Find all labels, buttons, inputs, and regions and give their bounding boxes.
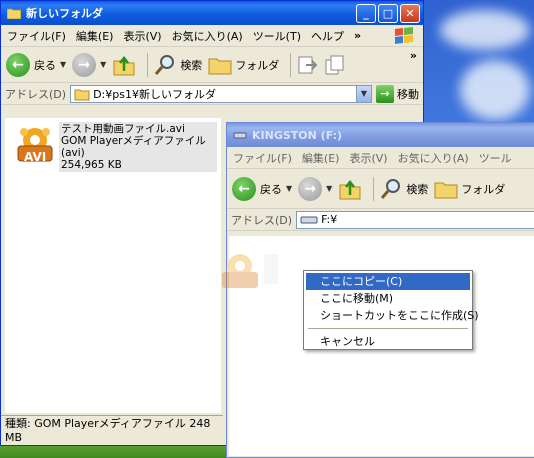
folder-icon (7, 8, 21, 19)
menu-edit[interactable]: 編集(E) (302, 150, 340, 166)
folders-button[interactable]: フォルダ (434, 178, 505, 200)
back-button[interactable]: ← 戻る ▼ (6, 52, 66, 77)
file-size: 254,965 KB (61, 159, 122, 171)
toolbar-more-chevron[interactable]: » (410, 49, 417, 62)
cloud (460, 60, 530, 120)
removable-drive-icon (300, 216, 318, 223)
minimize-button[interactable]: _ (356, 4, 376, 23)
window-title: 新しいフォルダ (26, 7, 103, 20)
file-details: テスト用動画ファイル.avi GOM Playerメディアファイル(avi) 2… (59, 122, 217, 172)
cloud (440, 10, 530, 50)
close-button[interactable]: ✕ (400, 4, 420, 23)
address-input[interactable]: D:¥ps1¥新しいフォルダ ▼ (70, 84, 372, 103)
up-folder-button[interactable] (112, 53, 136, 77)
forward-button[interactable]: → ▼ (298, 176, 332, 201)
search-label: 検索 (180, 58, 203, 72)
drop-context-menu: ここにコピー(C) ここに移動(M) ショートカットをここに作成(S) キャンセ… (303, 270, 479, 350)
address-bar: アドレス(D) F:¥ (227, 209, 534, 231)
file-list-pane[interactable]: AVI テスト用動画ファイル.avi GOM Playerメディアファイル(av… (5, 118, 221, 413)
drag-ghost-avi-icon (218, 250, 304, 301)
menu-separator (308, 328, 468, 329)
menu-view[interactable]: 表示(V) (123, 28, 161, 44)
move-to-icon (298, 56, 318, 73)
maximize-button[interactable]: □ (378, 4, 398, 23)
menu-bar: ファイル(F) 編集(E) 表示(V) お気に入り(A) ツール(T) ヘルプ … (1, 25, 423, 47)
back-label: 戻る (34, 58, 56, 72)
menu-item-cancel[interactable]: キャンセル (306, 333, 470, 350)
forward-arrow-icon: → (298, 176, 323, 201)
back-arrow-icon: ← (232, 176, 256, 201)
back-arrow-icon: ← (6, 52, 30, 77)
menu-file[interactable]: ファイル(F) (233, 150, 292, 166)
file-name: テスト用動画ファイル.avi (61, 123, 185, 135)
folder-icon (434, 182, 458, 198)
copy-to-icon (325, 55, 344, 74)
go-label: 移動 (397, 87, 419, 101)
window-title: KINGSTON (F:) (252, 128, 343, 142)
back-button[interactable]: ← 戻る ▼ (232, 176, 292, 201)
folders-button[interactable]: フォルダ (208, 54, 279, 76)
folders-label: フォルダ (461, 182, 506, 196)
toolbar-divider (147, 52, 149, 77)
removable-drive-icon (233, 132, 247, 139)
standard-toolbar: ← 戻る ▼ → ▼ 検索 フォルダ » (1, 47, 423, 83)
chevron-down-icon[interactable]: ▼ (60, 60, 66, 69)
up-folder-icon (339, 179, 361, 199)
window-titlebar[interactable]: 新しいフォルダ _ □ ✕ (1, 1, 423, 25)
standard-toolbar: ← 戻る ▼ → ▼ 検索 フォルダ (227, 169, 534, 209)
search-label: 検索 (406, 182, 429, 196)
address-bar: アドレス(D) D:¥ps1¥新しいフォルダ ▼ → 移動 (1, 83, 423, 105)
search-button[interactable]: 検索 (379, 177, 428, 201)
toolbar-divider (290, 52, 292, 77)
chevron-down-icon[interactable]: ▼ (286, 184, 292, 193)
file-type: GOM Playerメディアファイル(avi) (61, 135, 206, 159)
menu-favorites[interactable]: お気に入り(A) (398, 150, 469, 166)
search-icon (381, 178, 401, 199)
move-to-button[interactable] (296, 54, 318, 76)
menu-tools[interactable]: ツール(T) (253, 28, 301, 44)
menu-view[interactable]: 表示(V) (349, 150, 387, 166)
window-titlebar[interactable]: KINGSTON (F:) (227, 123, 534, 147)
folder-icon (74, 89, 90, 100)
folders-label: フォルダ (235, 58, 280, 72)
address-input[interactable]: F:¥ (296, 210, 534, 229)
status-text: 種類: GOM Playerメディアファイル 248 MB (5, 417, 211, 444)
search-button[interactable]: 検索 (153, 53, 202, 77)
back-label: 戻る (260, 182, 282, 196)
menu-help[interactable]: ヘルプ (311, 28, 344, 44)
menu-tools[interactable]: ツール (479, 150, 512, 166)
address-dropdown-button[interactable]: ▼ (356, 85, 371, 102)
chevron-down-icon[interactable]: ▼ (100, 60, 106, 69)
go-arrow-icon: → (376, 84, 394, 103)
menu-item-move-here[interactable]: ここに移動(M) (306, 290, 470, 307)
go-button[interactable]: → 移動 (376, 84, 419, 103)
menu-file[interactable]: ファイル(F) (7, 28, 66, 44)
address-value: D:¥ps1¥新しいフォルダ (93, 87, 216, 101)
up-folder-button[interactable] (338, 177, 362, 201)
menu-item-copy-here[interactable]: ここにコピー(C) (306, 273, 470, 290)
menu-favorites[interactable]: お気に入り(A) (172, 28, 243, 44)
folder-icon (208, 58, 232, 74)
forward-arrow-icon: → (72, 52, 97, 77)
menu-edit[interactable]: 編集(E) (76, 28, 114, 44)
up-folder-icon (113, 55, 135, 75)
copy-to-button[interactable] (324, 54, 346, 76)
address-value: F:¥ (321, 213, 338, 226)
menu-more-chevron[interactable]: » (354, 29, 361, 42)
windows-logo-icon (395, 27, 413, 44)
toolbar-divider (373, 176, 375, 201)
address-label: アドレス(D) (231, 213, 293, 227)
status-bar: 種類: GOM Playerメディアファイル 248 MB (1, 415, 223, 444)
menu-bar: ファイル(F) 編集(E) 表示(V) お気に入り(A) ツール (227, 147, 534, 169)
file-item[interactable]: AVI テスト用動画ファイル.avi GOM Playerメディアファイル(av… (15, 122, 217, 172)
address-label: アドレス(D) (5, 87, 67, 101)
search-icon (155, 54, 175, 75)
chevron-down-icon[interactable]: ▼ (326, 184, 332, 193)
menu-item-create-shortcut[interactable]: ショートカットをここに作成(S) (306, 307, 479, 324)
forward-button[interactable]: → ▼ (72, 52, 106, 77)
avi-icon-text: AVI (24, 150, 47, 164)
